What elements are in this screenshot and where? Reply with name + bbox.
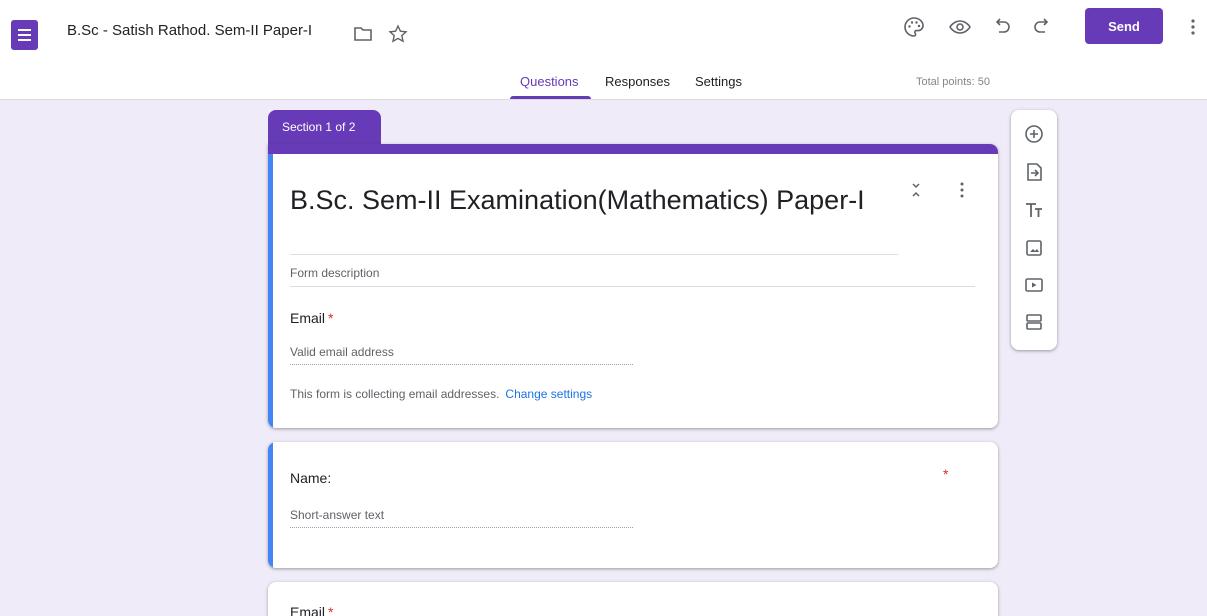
- add-image-icon[interactable]: [1022, 236, 1046, 260]
- question-card-email[interactable]: Email *: [268, 582, 998, 616]
- required-asterisk: *: [328, 604, 334, 616]
- tab-bar: Questions Responses Settings Total point…: [0, 72, 1207, 100]
- question-card-name[interactable]: Name: * Short-answer text: [268, 442, 998, 568]
- title-underline: [290, 254, 898, 255]
- collect-text: This form is collecting email addresses.: [290, 387, 500, 401]
- focus-indicator: [268, 154, 273, 428]
- focus-indicator: [268, 442, 273, 568]
- folder-icon[interactable]: [353, 24, 373, 44]
- add-section-icon[interactable]: [1022, 310, 1046, 334]
- forms-logo-icon[interactable]: [11, 20, 38, 50]
- star-icon[interactable]: [388, 24, 408, 44]
- total-points: Total points: 50: [916, 76, 990, 88]
- required-asterisk: *: [328, 310, 334, 326]
- section-label: Section 1 of 2: [268, 110, 381, 148]
- required-asterisk: *: [943, 466, 949, 482]
- more-vert-icon[interactable]: [954, 180, 970, 200]
- email-label: Email *: [290, 310, 333, 326]
- form-title[interactable]: B.Sc. Sem-II Examination(Mathematics) Pa…: [290, 178, 890, 223]
- collect-email-notice: This form is collecting email addresses.…: [290, 387, 592, 401]
- question-title[interactable]: Name:: [290, 470, 331, 486]
- question-title-text: Email: [290, 604, 326, 616]
- active-tab-indicator: [510, 96, 591, 99]
- send-button[interactable]: Send: [1085, 8, 1163, 44]
- redo-icon[interactable]: [1030, 15, 1054, 39]
- collapse-icon[interactable]: [908, 180, 924, 200]
- add-title-icon[interactable]: [1022, 198, 1046, 222]
- email-field: Valid email address: [290, 345, 633, 365]
- add-question-icon[interactable]: [1022, 122, 1046, 146]
- question-title[interactable]: Email *: [290, 604, 333, 616]
- more-vert-icon[interactable]: [1183, 15, 1203, 39]
- tab-questions[interactable]: Questions: [520, 74, 579, 89]
- form-header-card[interactable]: B.Sc. Sem-II Examination(Mathematics) Pa…: [268, 144, 998, 428]
- top-bar: B.Sc - Satish Rathod. Sem-II Paper-I Sen…: [0, 0, 1207, 100]
- description-underline: [290, 286, 975, 287]
- change-settings-link[interactable]: Change settings: [505, 387, 592, 401]
- palette-icon[interactable]: [902, 15, 926, 39]
- question-toolbar: [1011, 110, 1057, 350]
- add-video-icon[interactable]: [1022, 273, 1046, 297]
- accent-bar: [268, 144, 998, 154]
- short-answer-field: Short-answer text: [290, 508, 633, 528]
- document-title[interactable]: B.Sc - Satish Rathod. Sem-II Paper-I: [67, 22, 312, 39]
- tab-settings[interactable]: Settings: [695, 74, 742, 89]
- undo-icon[interactable]: [990, 15, 1014, 39]
- form-description-field[interactable]: Form description: [290, 266, 379, 280]
- email-label-text: Email: [290, 310, 326, 326]
- import-questions-icon[interactable]: [1022, 160, 1046, 184]
- eye-icon[interactable]: [948, 15, 972, 39]
- tab-responses[interactable]: Responses: [605, 74, 670, 89]
